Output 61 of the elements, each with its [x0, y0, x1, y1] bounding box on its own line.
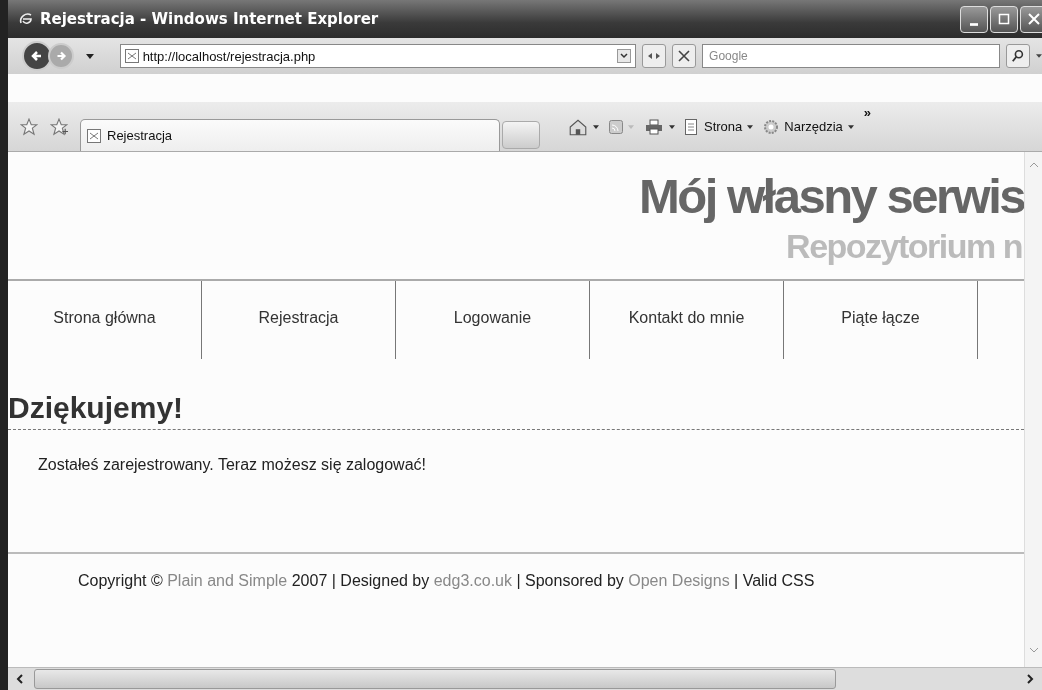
search-button[interactable] — [1006, 44, 1031, 68]
scroll-right-icon[interactable] — [1026, 674, 1034, 684]
close-button[interactable] — [1020, 5, 1042, 33]
search-field[interactable]: Google — [702, 44, 1001, 68]
footer-link[interactable]: Plain and Simple — [167, 572, 288, 589]
feed-icon — [609, 119, 623, 134]
scrollbar-thumb[interactable] — [34, 669, 836, 689]
nav-link[interactable]: Strona główna — [8, 281, 202, 359]
page-heading: Dziękujemy! — [8, 389, 1024, 430]
stop-button[interactable] — [672, 44, 697, 68]
page-icon — [87, 128, 101, 143]
nav-link[interactable]: Logowanie — [396, 281, 590, 359]
search-placeholder: Google — [709, 49, 748, 63]
more-button[interactable]: » — [863, 104, 872, 120]
site-subtitle: Repozytorium n — [786, 226, 1023, 266]
vertical-scrollbar[interactable] — [1024, 152, 1042, 667]
caret-icon — [747, 124, 754, 129]
caret-icon — [669, 124, 675, 129]
gear-icon — [763, 118, 780, 135]
nav-link[interactable]: Kontakt do mnie — [590, 281, 784, 359]
maximize-icon — [998, 13, 1010, 25]
close-icon — [678, 50, 691, 62]
search-options-icon[interactable] — [1036, 54, 1042, 58]
url-text: http://localhost/rejestracja.php — [142, 48, 317, 64]
maximize-button[interactable] — [990, 5, 1018, 33]
site-title: Mój własny serwis — [638, 168, 1024, 225]
search-icon — [1011, 49, 1026, 63]
minimize-button[interactable] — [960, 5, 988, 33]
address-field[interactable]: http://localhost/rejestracja.php — [119, 44, 637, 68]
history-dropdown-icon[interactable] — [85, 53, 94, 59]
nav-link[interactable]: Piąte łącze — [784, 281, 978, 359]
caret-icon — [593, 124, 599, 129]
caret-icon — [628, 124, 634, 129]
dropdown-icon[interactable] — [617, 49, 632, 63]
feeds-button[interactable] — [609, 119, 634, 134]
close-icon — [1028, 13, 1040, 25]
window-title: Rejestracja - Windows Internet Explorer — [40, 10, 380, 28]
back-button[interactable] — [22, 41, 52, 71]
browser-tab[interactable]: Rejestracja — [80, 119, 500, 151]
footer-link[interactable]: edg3.co.uk — [433, 572, 512, 589]
printer-icon — [644, 118, 664, 135]
page-menu-button[interactable]: Strona — [685, 118, 754, 135]
browser-logo-icon — [18, 11, 34, 27]
caret-icon — [847, 124, 854, 129]
add-star-icon[interactable] — [50, 117, 68, 136]
page-icon — [124, 49, 139, 63]
print-button[interactable] — [644, 118, 675, 135]
document-icon — [685, 118, 699, 135]
minimize-icon — [970, 22, 978, 26]
horizontal-scrollbar[interactable] — [8, 667, 1042, 690]
footer-text: Copyright © Plain and Simple 2007 | Designed by edg3.co.uk | Sponsored by Open Designs | Valid CSS — [78, 572, 816, 590]
nav-link[interactable]: Rejestracja — [202, 281, 396, 359]
scroll-left-icon[interactable] — [16, 674, 24, 684]
star-icon[interactable] — [20, 117, 38, 136]
refresh-button[interactable] — [642, 44, 667, 68]
footer-link[interactable]: Open Designs — [628, 572, 730, 589]
forward-button[interactable] — [47, 43, 74, 69]
tools-menu-button[interactable]: Narzędzia — [763, 118, 854, 135]
scroll-up-icon[interactable] — [1028, 162, 1039, 168]
message-text: Zostałeś zarejestrowany. Teraz możesz się zalogować! — [38, 456, 427, 474]
scroll-down-icon[interactable] — [1028, 647, 1039, 653]
